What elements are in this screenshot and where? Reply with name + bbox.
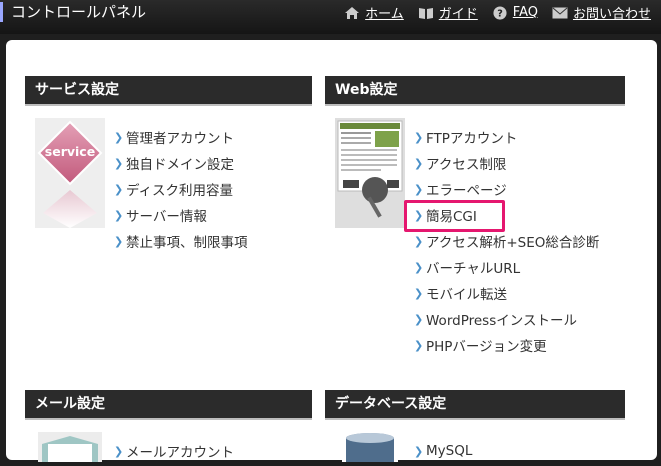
home-icon: [345, 6, 360, 19]
menu-ftp-account[interactable]: ❯ FTPアカウント: [414, 124, 599, 150]
database-settings-header: データベース設定: [325, 390, 625, 420]
service-badge-label: service: [45, 144, 95, 159]
chevron-right-icon: ❯: [114, 444, 124, 458]
content-panel: サービス設定 service ❯ 管理者アカウント ❯ 独自ドメイン設定 ❯ ディスク…: [6, 40, 657, 462]
service-settings-section: サービス設定: [25, 76, 312, 106]
database-settings-section: データベース設定: [325, 390, 625, 420]
menu-label: 禁止事項、制限事項: [126, 235, 248, 251]
web-settings-header: Web設定: [325, 76, 625, 106]
nav-guide-label: ガイド: [438, 7, 478, 22]
mail-settings-section: メール設定: [25, 390, 312, 420]
chevron-right-icon: ❯: [414, 312, 424, 326]
menu-label: サーバー情報: [126, 209, 207, 225]
nav-home-label: ホーム: [365, 7, 404, 22]
menu-access-restriction[interactable]: ❯ アクセス制限: [414, 150, 599, 176]
nav-home[interactable]: ホーム: [344, 3, 404, 22]
database-settings-list: ❯ MySQL: [414, 438, 472, 464]
web-settings-section: Web設定: [325, 76, 625, 106]
chevron-right-icon: ❯: [414, 182, 424, 196]
chevron-right-icon: ❯: [114, 130, 124, 144]
menu-php-version[interactable]: ❯ PHPバージョン変更: [414, 332, 599, 358]
menu-label: 管理者アカウント: [126, 131, 234, 147]
question-icon: ?: [493, 5, 507, 20]
menu-error-page[interactable]: ❯ エラーページ: [414, 176, 599, 202]
menu-prohibitions[interactable]: ❯ 禁止事項、制限事項: [114, 228, 248, 254]
chevron-right-icon: ❯: [114, 234, 124, 248]
nav-contact-label: お問い合わせ: [572, 7, 651, 22]
nav-faq[interactable]: ? FAQ: [492, 5, 538, 20]
menu-mysql[interactable]: ❯ MySQL: [414, 438, 472, 464]
nav-contact[interactable]: お問い合わせ: [552, 3, 651, 22]
chevron-right-icon: ❯: [414, 260, 424, 274]
menu-label: MySQL: [426, 443, 473, 459]
menu-label: 独自ドメイン設定: [126, 157, 234, 173]
menu-label: エラーページ: [426, 183, 507, 199]
menu-label: ディスク利用容量: [126, 183, 234, 199]
chevron-right-icon: ❯: [414, 234, 424, 248]
svg-text:?: ?: [497, 8, 503, 19]
top-bar: コントロールパネル ホーム ガイド ? FAQ お問い合わせ: [0, 0, 661, 34]
page-title: コントロールパネル: [0, 2, 146, 22]
menu-custom-domain[interactable]: ❯ 独自ドメイン設定: [114, 150, 248, 176]
chevron-right-icon: ❯: [414, 286, 424, 300]
top-nav: ホーム ガイド ? FAQ お問い合わせ: [344, 3, 651, 22]
menu-disk-usage[interactable]: ❯ ディスク利用容量: [114, 176, 248, 202]
menu-label: アクセス解析+SEO総合診断: [426, 235, 600, 251]
nav-guide[interactable]: ガイド: [418, 3, 478, 22]
menu-label: PHPバージョン変更: [426, 339, 547, 355]
menu-admin-account[interactable]: ❯ 管理者アカウント: [114, 124, 248, 150]
chevron-right-icon: ❯: [414, 130, 424, 144]
web-preview-image: [335, 118, 405, 228]
service-settings-list: ❯ 管理者アカウント ❯ 独自ドメイン設定 ❯ ディスク利用容量 ❯ サーバー情報 ❯ 禁…: [114, 124, 248, 254]
chevron-right-icon: ❯: [114, 156, 124, 170]
mail-icon: [552, 7, 568, 18]
menu-label: メールアカウント: [126, 445, 234, 461]
menu-label: アクセス制限: [426, 157, 507, 173]
menu-wordpress-install[interactable]: ❯ WordPressインストール: [414, 306, 599, 332]
menu-mobile-forward[interactable]: ❯ モバイル転送: [414, 280, 599, 306]
database-image: [342, 432, 398, 462]
book-icon: [418, 7, 433, 19]
chevron-right-icon: ❯: [114, 208, 124, 222]
mail-image: [38, 432, 102, 462]
web-settings-list: ❯ FTPアカウント ❯ アクセス制限 ❯ エラーページ ❯ 簡易CGI ❯ アクセス解析…: [414, 124, 599, 358]
menu-server-info[interactable]: ❯ サーバー情報: [114, 202, 248, 228]
mail-settings-list: ❯ メールアカウント: [114, 438, 234, 464]
service-badge-image: service: [35, 118, 105, 228]
menu-label: バーチャルURL: [426, 261, 521, 277]
menu-mail-account[interactable]: ❯ メールアカウント: [114, 438, 234, 464]
menu-label: WordPressインストール: [426, 313, 577, 329]
chevron-right-icon: ❯: [414, 338, 424, 352]
chevron-right-icon: ❯: [414, 156, 424, 170]
chevron-right-icon: ❯: [414, 444, 424, 458]
service-settings-header: サービス設定: [25, 76, 312, 106]
menu-label: モバイル転送: [426, 287, 507, 303]
highlight-box: [404, 200, 505, 232]
menu-label: FTPアカウント: [426, 131, 518, 147]
mail-settings-header: メール設定: [25, 390, 312, 420]
menu-virtual-url[interactable]: ❯ バーチャルURL: [414, 254, 599, 280]
chevron-right-icon: ❯: [114, 182, 124, 196]
nav-faq-label: FAQ: [512, 5, 538, 20]
